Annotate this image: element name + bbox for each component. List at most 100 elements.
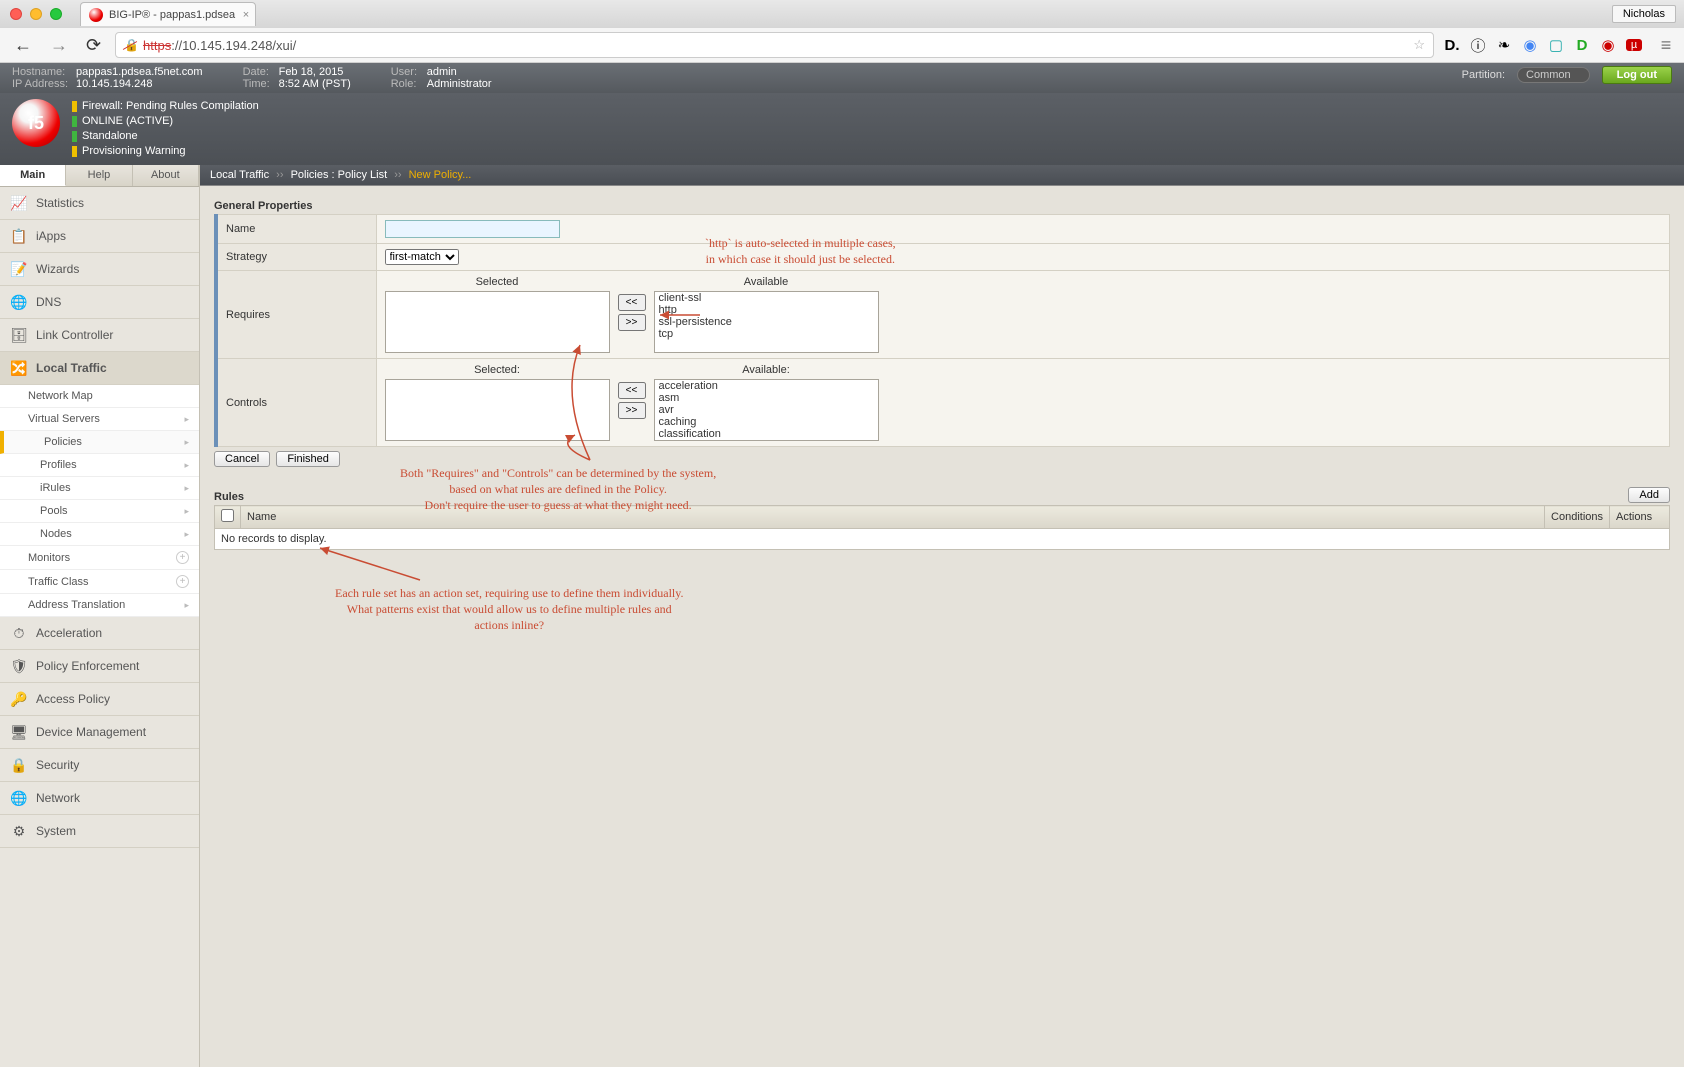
sub-virtual-servers[interactable]: Virtual Servers▸ — [0, 408, 199, 431]
name-input[interactable] — [385, 220, 560, 238]
add-button[interactable]: Add — [1628, 487, 1670, 503]
nav-label: Acceleration — [36, 626, 102, 640]
finished-button[interactable]: Finished — [276, 451, 340, 467]
close-window-icon[interactable] — [10, 8, 22, 20]
key-icon: 🔑 — [10, 690, 28, 708]
nav-dns[interactable]: 🌐DNS — [0, 286, 199, 319]
cancel-button[interactable]: Cancel — [214, 451, 270, 467]
breadcrumb-separator-icon: ›› — [276, 169, 283, 181]
wizard-icon: 📝 — [10, 260, 28, 278]
forward-button: → — [46, 35, 72, 56]
browser-tab[interactable]: BIG-IP® - pappas1.pdsea × — [80, 2, 256, 26]
role-label: Role: — [391, 78, 427, 90]
close-tab-icon[interactable]: × — [243, 9, 249, 21]
sub-address-translation[interactable]: Address Translation▸ — [0, 594, 199, 617]
browser-toolbar: ← → ⟳ 🔒 https ://10.145.194.248/xui/ ☆ D… — [0, 28, 1684, 62]
bookmark-star-icon[interactable]: ☆ — [1413, 37, 1425, 53]
ext-icon-red[interactable]: ◉ — [1600, 36, 1616, 54]
sub-pools[interactable]: Pools▸ — [0, 500, 199, 523]
nav-wizards[interactable]: 📝Wizards — [0, 253, 199, 286]
sub-profiles[interactable]: Profiles▸ — [0, 454, 199, 477]
sub-nodes[interactable]: Nodes▸ — [0, 523, 199, 546]
back-button[interactable]: ← — [10, 35, 36, 56]
list-item[interactable]: acceleration — [655, 380, 878, 392]
status-indicator-icon — [72, 116, 77, 127]
nav-acceleration[interactable]: ⏱ Acceleration — [0, 617, 199, 650]
nav-access-policy[interactable]: 🔑 Access Policy — [0, 683, 199, 716]
ext-icon-chrome[interactable]: ◉ — [1522, 36, 1538, 54]
nav-label: Security — [36, 758, 79, 772]
partition-select[interactable]: Common — [1517, 67, 1590, 83]
ext-icon-evernote[interactable]: ❧ — [1496, 36, 1512, 54]
tab-main[interactable]: Main — [0, 165, 66, 186]
sub-network-map[interactable]: Network Map — [0, 385, 199, 408]
controls-label: Controls — [216, 359, 376, 447]
requires-selected-list[interactable] — [385, 291, 610, 353]
nav-label: Link Controller — [36, 328, 113, 342]
nav-network[interactable]: 🌐Network — [0, 782, 199, 815]
sub-traffic-class[interactable]: Traffic Class+ — [0, 570, 199, 594]
favicon — [89, 8, 103, 22]
gear-icon: ⚙ — [10, 822, 28, 840]
requires-available-list[interactable]: client-ssl http ssl-persistence tcp — [654, 291, 879, 353]
breadcrumb: Local Traffic ›› Policies : Policy List … — [200, 165, 1684, 186]
logout-button[interactable]: Log out — [1602, 66, 1672, 84]
nav-local-traffic[interactable]: 🔀 Local Traffic — [0, 352, 199, 385]
nav-security[interactable]: 🔒Security — [0, 749, 199, 782]
plus-icon[interactable]: + — [176, 575, 189, 588]
zoom-window-icon[interactable] — [50, 8, 62, 20]
list-item[interactable]: caching — [655, 416, 878, 428]
sidebar-tabs: Main Help About — [0, 165, 199, 187]
breadcrumb-b[interactable]: Policies : Policy List — [291, 169, 388, 181]
tab-about[interactable]: About — [133, 165, 199, 186]
nav-label: Local Traffic — [36, 361, 107, 375]
nav-link-controller[interactable]: 🗄Link Controller — [0, 319, 199, 352]
gauge-icon: ⏱ — [10, 624, 28, 642]
nav-policy-enforcement[interactable]: 🛡Policy Enforcement — [0, 650, 199, 683]
traffic-icon: 🔀 — [10, 359, 28, 377]
list-item[interactable]: classification — [655, 428, 878, 440]
col-name[interactable]: Name — [241, 506, 1545, 529]
select-all-checkbox[interactable] — [221, 509, 234, 522]
minimize-window-icon[interactable] — [30, 8, 42, 20]
list-item[interactable]: tcp — [655, 328, 878, 340]
list-item[interactable]: client-ssl — [655, 292, 878, 304]
list-item[interactable]: http — [655, 304, 878, 316]
col-actions[interactable]: Actions — [1610, 506, 1670, 529]
user-label: User: — [391, 66, 427, 78]
controls-selected-list[interactable] — [385, 379, 610, 441]
nav-statistics[interactable]: 📈Statistics — [0, 187, 199, 220]
strategy-select[interactable]: first-match — [385, 249, 459, 265]
col-conditions[interactable]: Conditions — [1545, 506, 1610, 529]
move-in-button[interactable]: << — [618, 382, 646, 399]
list-item[interactable]: ssl-persistence — [655, 316, 878, 328]
tab-help[interactable]: Help — [66, 165, 132, 186]
sub-policies[interactable]: Policies▸ — [0, 431, 199, 454]
ext-icon-box[interactable]: ▢ — [1548, 36, 1564, 54]
hamburger-menu-icon[interactable]: ≡ — [1658, 35, 1674, 56]
sub-monitors[interactable]: Monitors+ — [0, 546, 199, 570]
ext-icon-mu[interactable]: µ — [1626, 39, 1642, 51]
controls-available-list[interactable]: acceleration asm avr caching classificat… — [654, 379, 879, 441]
ip-value: 10.145.194.248 — [76, 78, 152, 90]
nav-device-management[interactable]: 🖥Device Management — [0, 716, 199, 749]
url-bar[interactable]: 🔒 https ://10.145.194.248/xui/ ☆ — [115, 32, 1434, 58]
list-item[interactable]: asm — [655, 392, 878, 404]
move-out-button[interactable]: >> — [618, 402, 646, 419]
plus-icon[interactable]: + — [176, 551, 189, 564]
ext-icon-d[interactable]: D. — [1444, 37, 1460, 54]
ext-icon-green[interactable]: D — [1574, 37, 1590, 54]
reload-button[interactable]: ⟳ — [82, 35, 105, 56]
breadcrumb-a[interactable]: Local Traffic — [210, 169, 269, 181]
move-out-button[interactable]: >> — [618, 314, 646, 331]
profile-button[interactable]: Nicholas — [1612, 5, 1676, 23]
ip-label: IP Address: — [12, 78, 76, 90]
user-value: admin — [427, 66, 457, 78]
nav-label: Access Policy — [36, 692, 110, 706]
nav-iapps[interactable]: 📋iApps — [0, 220, 199, 253]
ext-icon-info[interactable]: ⓘ — [1470, 35, 1486, 56]
list-item[interactable]: avr — [655, 404, 878, 416]
nav-system[interactable]: ⚙System — [0, 815, 199, 848]
sub-irules[interactable]: iRules▸ — [0, 477, 199, 500]
move-in-button[interactable]: << — [618, 294, 646, 311]
